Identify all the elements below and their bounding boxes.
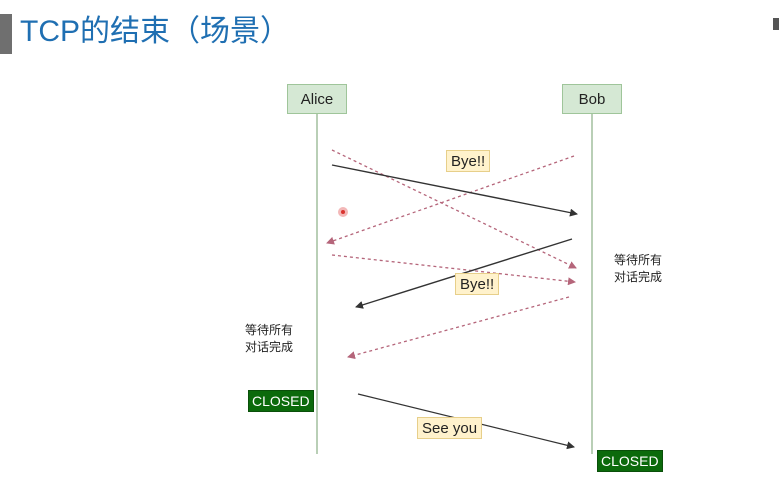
note-bob-line-2: 对话完成 bbox=[614, 270, 663, 284]
message-label-see-you: See you bbox=[417, 417, 483, 439]
dotted-arrow-alice-to-bob-2 bbox=[331, 254, 576, 286]
slide: TCP的结束（场景） Alice Bob Bye!! Bye!! See you… bbox=[0, 0, 781, 477]
note-alice-wait: 等待所有 对话完成 bbox=[245, 322, 293, 356]
note-alice-line-1: 等待所有 bbox=[245, 323, 294, 337]
sequence-arrows bbox=[326, 149, 578, 450]
alice-lifeline bbox=[316, 114, 318, 454]
note-bob-wait: 等待所有 对话完成 bbox=[614, 252, 662, 286]
message-label-bye-second: Bye!! bbox=[455, 273, 500, 295]
bob-closed-state: CLOSED bbox=[597, 450, 663, 472]
actor-alice: Alice bbox=[287, 84, 347, 114]
alice-closed-state: CLOSED bbox=[248, 390, 314, 412]
message-label-bye-first: Bye!! bbox=[446, 150, 491, 172]
note-bob-line-1: 等待所有 bbox=[614, 253, 663, 267]
note-alice-line-2: 对话完成 bbox=[245, 340, 294, 354]
dotted-arrow-bob-to-alice-2 bbox=[347, 296, 570, 360]
laser-pointer-dot bbox=[338, 207, 348, 217]
bob-lifeline bbox=[591, 114, 593, 454]
actor-bob: Bob bbox=[562, 84, 622, 114]
